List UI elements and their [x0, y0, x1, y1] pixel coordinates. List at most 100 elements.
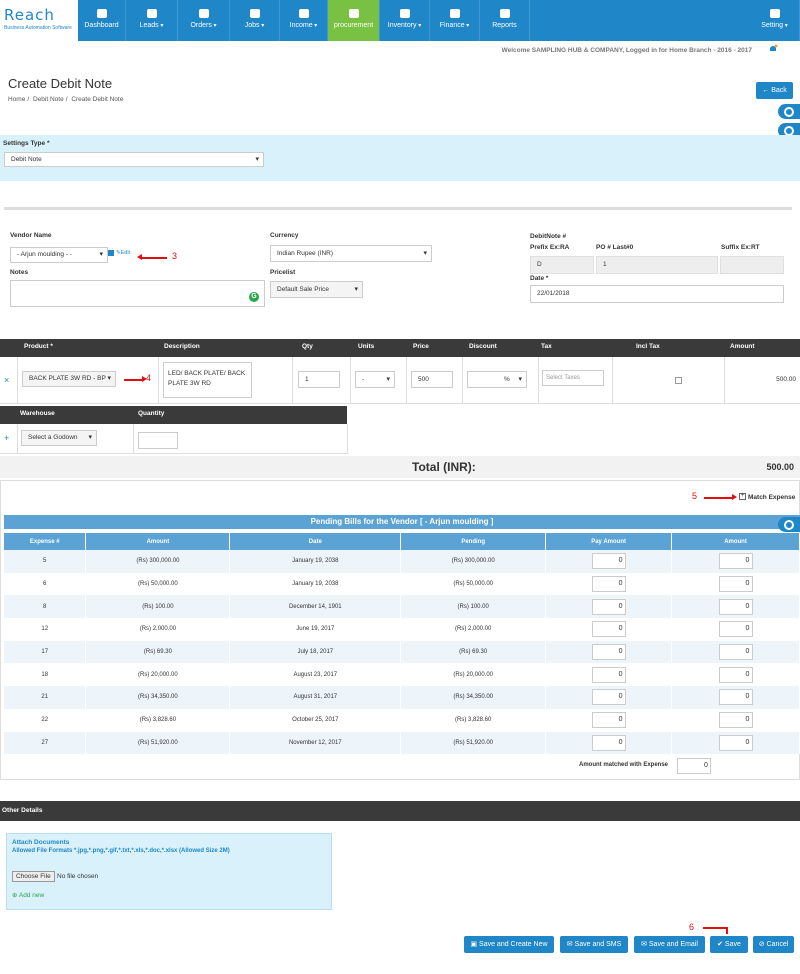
- units-select[interactable]: -: [355, 371, 395, 388]
- annotation-6: 6: [689, 922, 695, 932]
- add-new-label: Add new: [18, 892, 45, 899]
- notes-label: Notes: [10, 269, 29, 276]
- breadcrumb-debit-note[interactable]: Debit Note: [33, 96, 64, 103]
- table-row: 18 (Rs) 20,000.00 August 23, 2017 (Rs) 20,0…: [4, 663, 800, 687]
- nav-orders[interactable]: Orders: [178, 0, 230, 41]
- annotation-4: 4: [146, 373, 152, 383]
- welcome-text: Welcome SAMPLING HUB & COMPANY, Logged i…: [501, 47, 752, 54]
- amount-input[interactable]: 0: [718, 689, 753, 706]
- save-and-create-new-button[interactable]: ▣ Save and Create New: [464, 936, 554, 953]
- price-input[interactable]: 500: [411, 371, 453, 388]
- pending-col-header: Pending: [400, 533, 547, 550]
- remove-row-icon[interactable]: ×: [4, 375, 9, 385]
- nav-dashboard[interactable]: Dashboard: [78, 0, 126, 41]
- table-row: 17 (Rs) 69.30 July 18, 2017 (Rs) 69.30 0 0: [4, 640, 800, 664]
- description-input[interactable]: LED/ BACK PLATE/ BACK PLATE 3W RD: [163, 362, 252, 398]
- amount-input[interactable]: 0: [718, 734, 753, 751]
- bill-amount-cell: (Rs) 69.30: [85, 640, 231, 664]
- skype-icon[interactable]: [778, 104, 800, 119]
- settings-type-select[interactable]: Debit Note: [4, 152, 264, 167]
- bill-expense-cell: 22: [4, 708, 87, 732]
- amount-input[interactable]: 0: [718, 644, 753, 661]
- bill-pending-cell: (Rs) 50,000.00: [400, 572, 547, 596]
- po-number-input[interactable]: 1: [596, 256, 718, 274]
- nav-inventory[interactable]: Inventory: [380, 0, 430, 41]
- notification-bell-icon[interactable]: [768, 44, 778, 54]
- bill-pay-cell: 0: [545, 595, 673, 619]
- amount-input[interactable]: 0: [718, 621, 753, 638]
- currency-select[interactable]: Indian Rupee (INR): [270, 245, 432, 262]
- pay-amount-input[interactable]: 0: [591, 644, 626, 661]
- expense-col-header: Expense #: [4, 533, 87, 550]
- back-arrow-icon: ←: [762, 87, 772, 94]
- pay-amount-input[interactable]: 0: [591, 576, 626, 593]
- pay-amount-input[interactable]: 0: [591, 553, 626, 570]
- price-col-header: Price: [413, 343, 429, 350]
- pay-amount-input[interactable]: 0: [591, 734, 626, 751]
- amount-input[interactable]: 0: [718, 666, 753, 683]
- suffix-input[interactable]: [720, 256, 784, 274]
- bill-expense-cell: 8: [4, 595, 87, 619]
- prefix-input[interactable]: D: [530, 256, 594, 274]
- nav-setting[interactable]: Setting: [750, 0, 800, 41]
- nav-jobs[interactable]: Jobs: [230, 0, 280, 41]
- save-and-email-button[interactable]: ✉ Save and Email: [634, 936, 705, 953]
- warehouse-col-header: Warehouse: [20, 410, 55, 417]
- qty-input[interactable]: 1: [298, 371, 340, 388]
- match-expense-checkbox[interactable]: +: [739, 493, 746, 500]
- date-col-header: Date: [229, 533, 402, 550]
- save-and-sms-button[interactable]: ✉ Save and SMS: [560, 936, 628, 953]
- match-expense-label: Match Expense: [748, 494, 796, 501]
- edit-vendor-link[interactable]: ✎Edit: [116, 250, 130, 256]
- pay-amount-input[interactable]: 0: [591, 598, 626, 615]
- bill-pending-cell: (Rs) 3,828.60: [400, 708, 547, 732]
- save-button[interactable]: ✔ Save: [710, 936, 748, 953]
- discount-type-select[interactable]: %: [467, 371, 527, 388]
- bill-date-cell: December 14, 1901: [229, 595, 402, 619]
- date-label: Date *: [530, 275, 549, 282]
- skype-icon-2[interactable]: [778, 517, 800, 532]
- pay-amount-input[interactable]: 0: [591, 712, 626, 729]
- pricelist-select[interactable]: Default Sale Price: [270, 281, 363, 298]
- choose-file-button[interactable]: Choose File: [12, 871, 55, 882]
- tax-select[interactable]: Select Taxes: [542, 370, 604, 386]
- amount-matched-input[interactable]: 0: [677, 758, 711, 774]
- notes-textarea[interactable]: [10, 280, 265, 307]
- cancel-button[interactable]: ⊘ Cancel: [753, 936, 794, 953]
- back-button[interactable]: ← Back: [756, 82, 793, 99]
- bill-pay-cell: 0: [545, 731, 673, 755]
- amount-input[interactable]: 0: [718, 712, 753, 729]
- pay-amount-input[interactable]: 0: [591, 666, 626, 683]
- bill-pay-cell: 0: [545, 618, 673, 641]
- vendor-select[interactable]: - Arjun moulding - -: [10, 247, 108, 263]
- vendor-name-label: Vendor Name: [10, 232, 52, 239]
- add-new-link[interactable]: ⊕ Add new: [12, 891, 44, 899]
- incl-tax-checkbox[interactable]: [675, 377, 682, 384]
- grammarly-icon[interactable]: G: [249, 292, 259, 302]
- pay-amount-input[interactable]: 0: [591, 689, 626, 706]
- bill-amt-cell: 0: [671, 595, 800, 619]
- sms-icon: ✉: [566, 941, 575, 948]
- nav-reports[interactable]: Reports: [480, 0, 530, 41]
- amount-input[interactable]: 0: [718, 576, 753, 593]
- add-warehouse-icon[interactable]: +: [4, 433, 9, 443]
- nav-procurement[interactable]: procurement: [328, 0, 380, 41]
- add-vendor-icon[interactable]: [108, 250, 114, 256]
- nav-finance[interactable]: Finance: [430, 0, 480, 41]
- nav-label: Setting: [750, 22, 799, 29]
- inventory-icon: [399, 8, 411, 19]
- breadcrumb-home[interactable]: Home: [8, 96, 25, 103]
- units-col-header: Units: [358, 343, 375, 350]
- bill-date-cell: July 18, 2017: [229, 640, 402, 664]
- warehouse-quantity-input[interactable]: [138, 432, 178, 449]
- amount-input[interactable]: 0: [718, 598, 753, 615]
- date-input[interactable]: 22/01/2018: [530, 285, 784, 303]
- brand-logo[interactable]: Reach Business Automation Software: [0, 0, 78, 41]
- nav-leads[interactable]: Leads: [126, 0, 178, 41]
- nav-income[interactable]: Income: [280, 0, 328, 41]
- product-select[interactable]: BACK PLATE 3W RD - BP: [22, 371, 116, 387]
- amount-input[interactable]: 0: [718, 553, 753, 570]
- godown-select[interactable]: Select a Godown: [21, 430, 97, 446]
- pay-amount-input[interactable]: 0: [591, 621, 626, 638]
- bill-pending-cell: (Rs) 51,920.00: [400, 731, 547, 755]
